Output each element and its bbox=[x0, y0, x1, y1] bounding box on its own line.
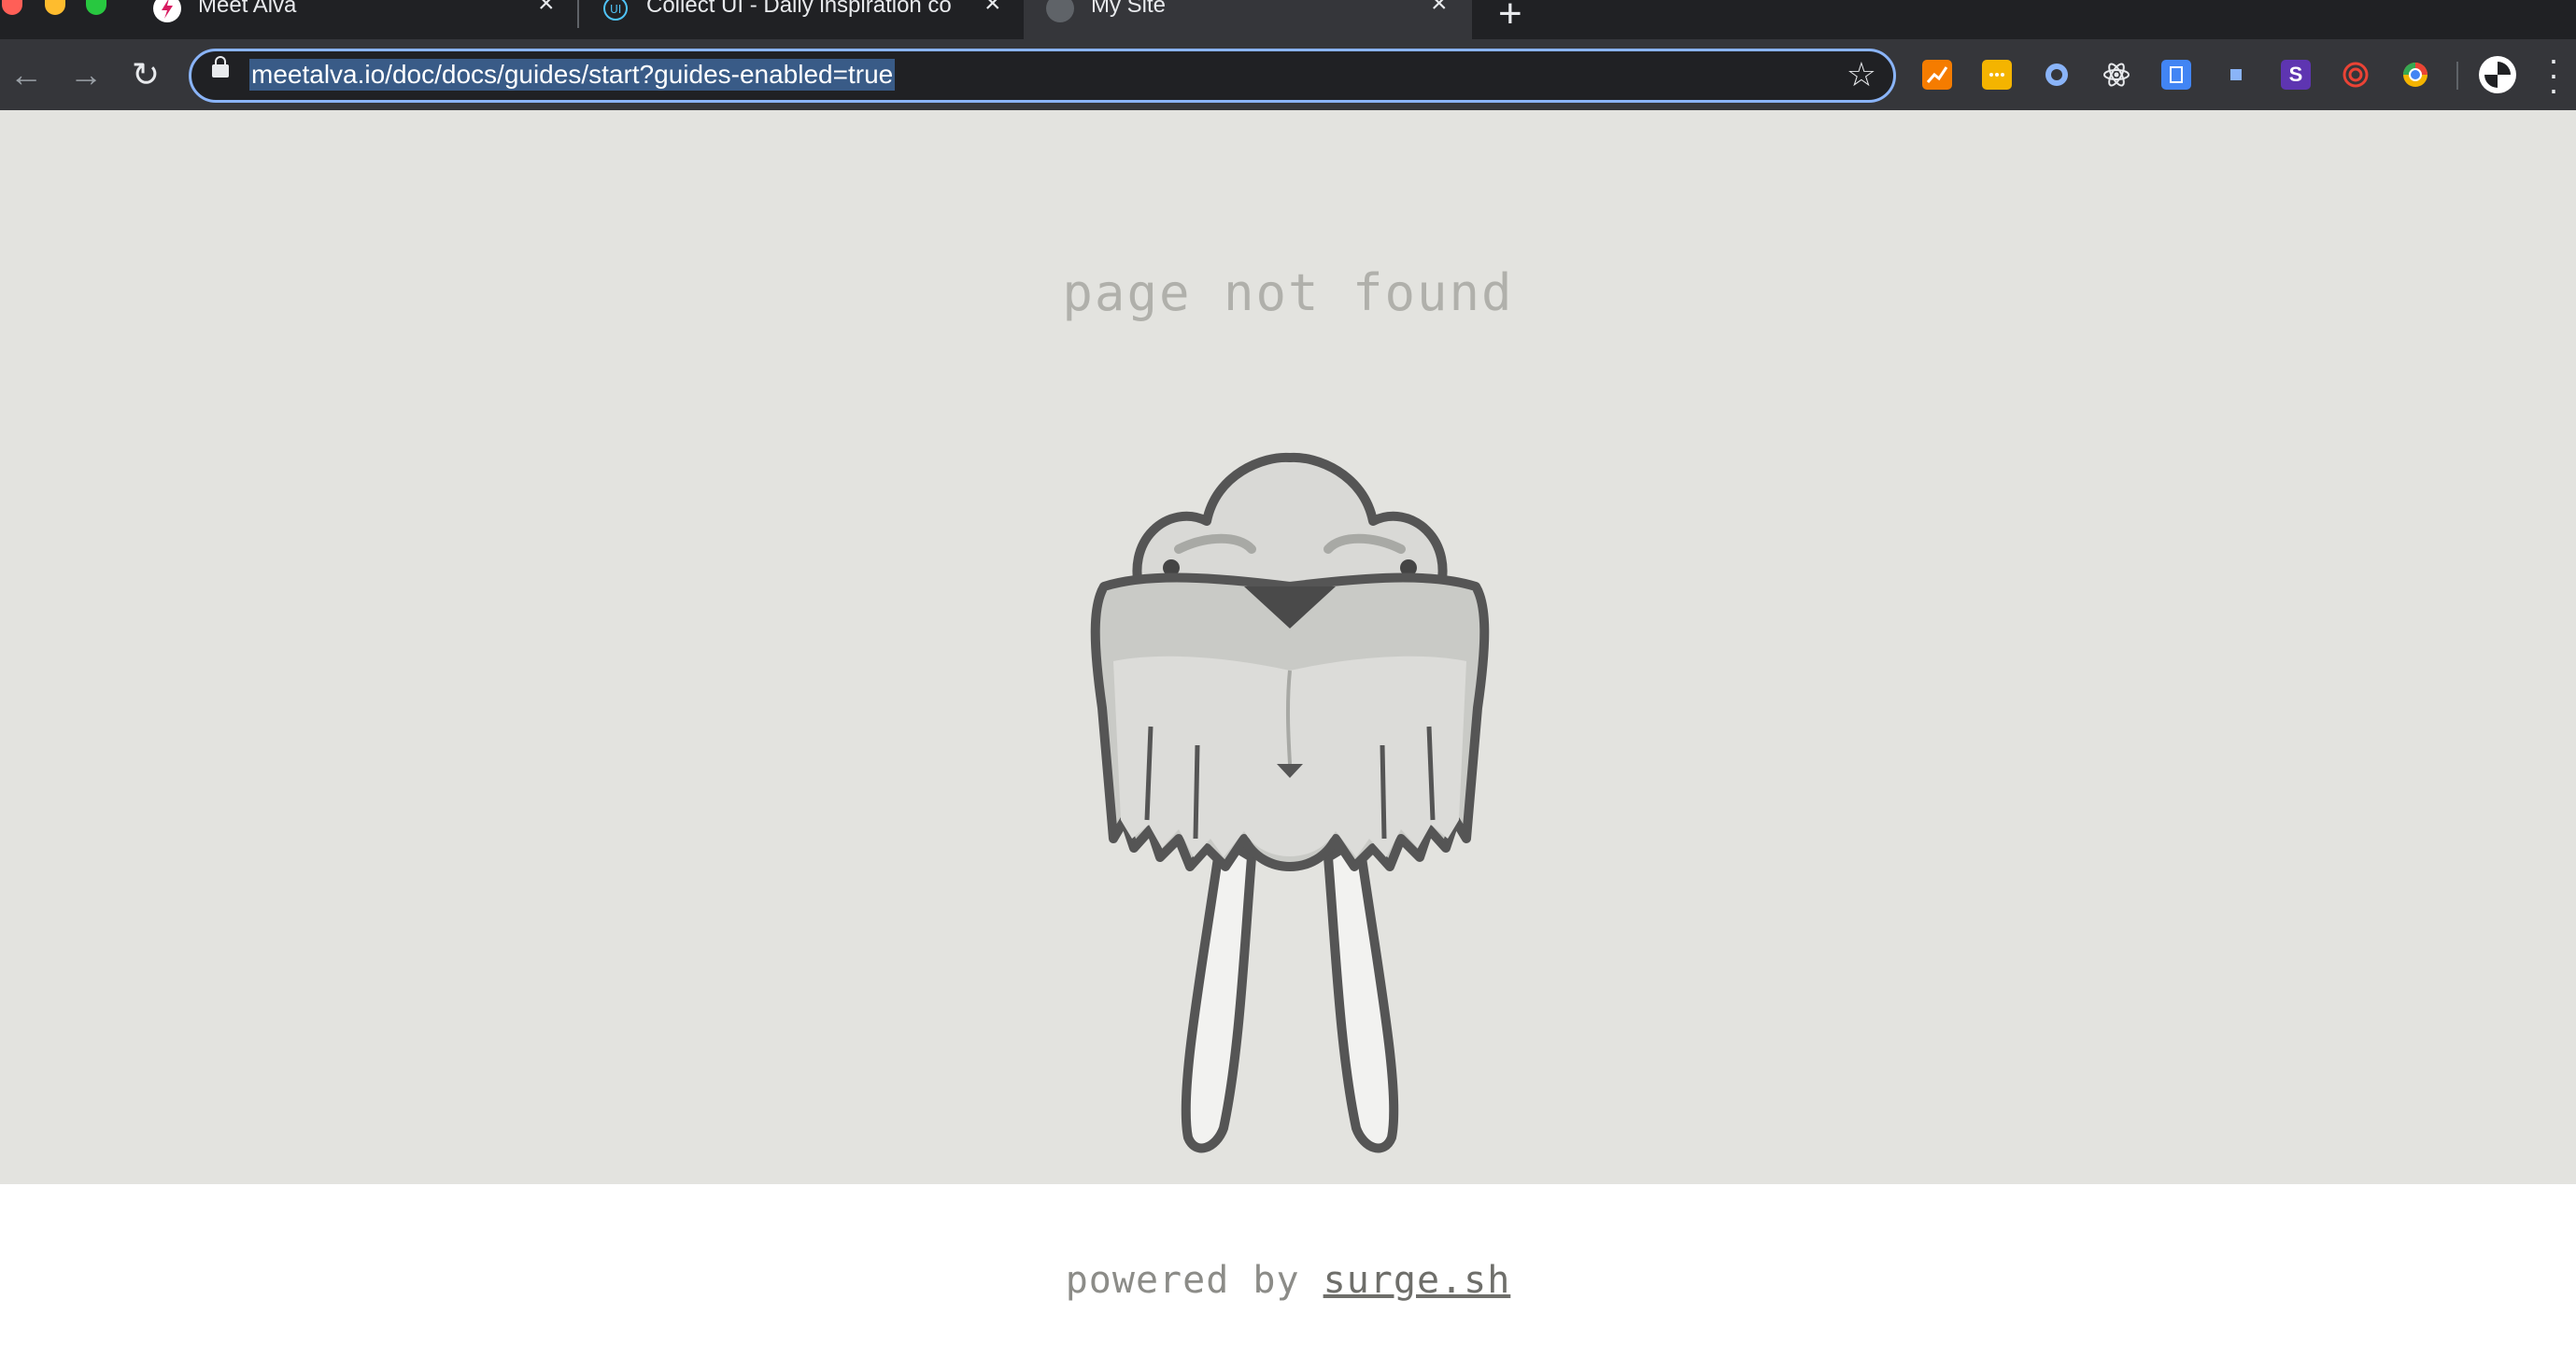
back-arrow-icon[interactable]: ← bbox=[6, 54, 47, 95]
bookmark-star-icon[interactable]: ☆ bbox=[1847, 55, 1876, 94]
url-text[interactable]: meetalva.io/doc/docs/guides/start?guides… bbox=[249, 59, 896, 91]
svg-text:UI: UI bbox=[610, 3, 621, 16]
powered-by-text: powered by surge.sh bbox=[0, 1259, 2576, 1302]
surge-link[interactable]: surge.sh bbox=[1323, 1259, 1511, 1302]
circle-extension-icon[interactable] bbox=[2042, 60, 2072, 90]
tab-title: My Site bbox=[1091, 0, 1167, 17]
stylus-extension-icon[interactable]: S bbox=[2281, 60, 2311, 90]
tab-meet-alva[interactable]: Meet Alva × bbox=[153, 0, 564, 39]
close-tab-icon[interactable]: × bbox=[984, 0, 1001, 18]
address-bar[interactable]: meetalva.io/doc/docs/guides/start?guides… bbox=[189, 49, 1896, 103]
tab-collect-ui[interactable]: UI Collect UI - Daily inspiration co × bbox=[602, 0, 1012, 39]
tab-my-site[interactable]: My Site × bbox=[1024, 0, 1472, 39]
page-body: page not found bbox=[0, 110, 2576, 1184]
profile-avatar-icon[interactable] bbox=[2479, 56, 2516, 93]
alva-bolt-icon bbox=[153, 0, 181, 22]
bootstrap-extension-icon[interactable] bbox=[2161, 60, 2191, 90]
walrus-illustration bbox=[1090, 452, 1490, 1153]
maximize-window-button[interactable] bbox=[86, 0, 106, 15]
globe-icon bbox=[1046, 0, 1074, 22]
spiral-extension-icon[interactable] bbox=[2341, 60, 2371, 90]
more-menu-icon[interactable]: · · · bbox=[2544, 43, 2563, 106]
powered-by-prefix: powered by bbox=[1065, 1259, 1323, 1302]
lock-icon bbox=[212, 56, 229, 78]
close-window-button[interactable] bbox=[2, 0, 22, 15]
tab-separator bbox=[577, 0, 579, 28]
notes-extension-icon[interactable] bbox=[1982, 60, 2012, 90]
new-tab-button[interactable]: + bbox=[1498, 0, 1522, 37]
toolbar-divider bbox=[2456, 62, 2458, 90]
forward-arrow-icon[interactable]: → bbox=[65, 54, 106, 95]
close-tab-icon[interactable]: × bbox=[538, 0, 555, 18]
browser-toolbar: ← → ↻ meetalva.io/doc/docs/guides/start?… bbox=[0, 39, 2576, 110]
close-tab-icon[interactable]: × bbox=[1431, 0, 1448, 18]
tab-title: Meet Alva bbox=[198, 0, 297, 17]
page-footer: powered by surge.sh bbox=[0, 1184, 2576, 1356]
chrome-color-extension-icon[interactable] bbox=[2400, 60, 2430, 90]
reload-icon[interactable]: ↻ bbox=[125, 54, 166, 95]
page-title: page not found bbox=[1062, 263, 1514, 322]
analytics-extension-icon[interactable] bbox=[1922, 60, 1952, 90]
collectui-icon: UI bbox=[602, 0, 630, 22]
tab-title: Collect UI - Daily inspiration co bbox=[646, 0, 952, 17]
react-devtools-icon[interactable] bbox=[2102, 60, 2131, 90]
square-extension-icon[interactable] bbox=[2221, 60, 2251, 90]
minimize-window-button[interactable] bbox=[45, 0, 65, 15]
tab-strip: Meet Alva × UI Collect UI - Daily inspir… bbox=[0, 0, 2576, 39]
